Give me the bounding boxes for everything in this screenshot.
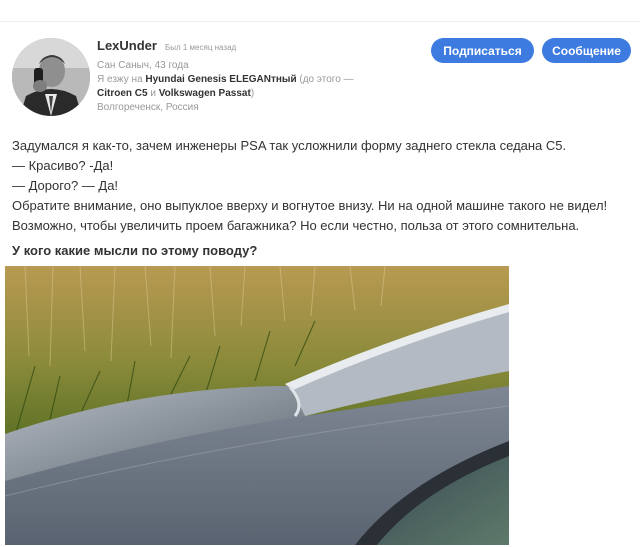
drives-prefix: Я езжу на — [97, 74, 146, 85]
current-car-link[interactable]: Hyundai Genesis ELEGANтный — [145, 74, 296, 85]
post-body: Задумался я как-то, зачем инженеры PSA т… — [12, 136, 632, 236]
cars-info: Я езжу на Hyundai Genesis ELEGANтный (до… — [97, 73, 417, 86]
prev-close: ) — [250, 88, 255, 99]
username-link[interactable]: LexUnder — [97, 38, 157, 53]
prev-car-link-2[interactable]: Volkswagen Passat — [159, 88, 251, 99]
post-line: Задумался я как-то, зачем инженеры PSA т… — [12, 138, 567, 153]
prev-prefix: (до этого — — [296, 74, 354, 85]
name-age: Сан Саныч, 43 года — [97, 60, 189, 71]
post-line: — Красиво? -Да! — [12, 158, 114, 173]
avatar-photo — [12, 38, 90, 116]
top-strip — [0, 0, 640, 22]
last-seen-status: Был 1 месяц назад — [164, 43, 237, 52]
avatar[interactable] — [12, 38, 90, 116]
subscribe-button[interactable]: Подписаться — [431, 38, 534, 63]
post-question: У кого какие мысли по этому поводу? — [12, 243, 258, 258]
post-line: Возможно, чтобы увеличить проем багажник… — [12, 218, 580, 233]
prev-and: и — [147, 88, 159, 99]
post-photo[interactable] — [5, 266, 509, 545]
post-line: Обратите внимание, оно выпуклое вверху и… — [12, 198, 608, 213]
location: Волгореченск, Россия — [97, 102, 199, 113]
message-button[interactable]: Сообщение — [542, 38, 631, 63]
profile-info: LexUnder Был 1 месяц назад Сан Саныч, 43… — [97, 38, 417, 114]
prev-car-link-1[interactable]: Citroen C5 — [97, 88, 148, 99]
prev-cars-info: Citroen C5 и Volkswagen Passat) — [97, 87, 417, 100]
post-line: — Дорого? — Да! — [12, 178, 119, 193]
car-photo — [5, 266, 509, 545]
